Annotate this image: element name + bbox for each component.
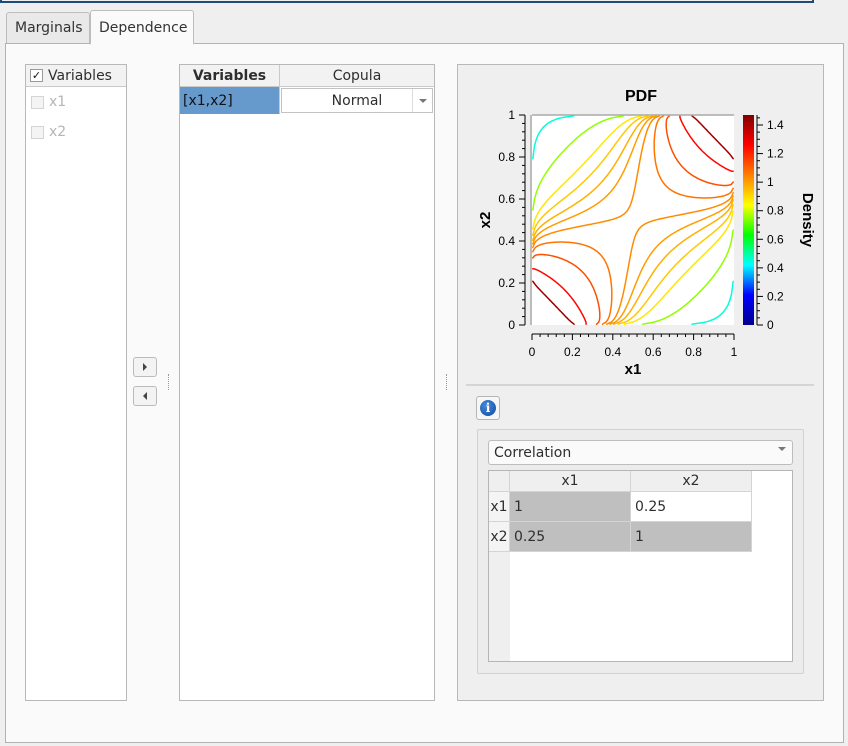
row-header-x1[interactable]: x1 [489,492,510,522]
table-row[interactable]: [x1,x2] Normal [180,87,434,114]
copula-table-header: Variables Copula [180,65,434,87]
dropdown-button[interactable] [412,89,432,112]
arrow-right-icon [143,363,147,371]
window-frame-edge [0,0,814,3]
variables-cell[interactable]: [x1,x2] [180,87,280,114]
y-tick-label: 1 [508,108,515,122]
variable-label: x1 [49,94,67,110]
copula-details-panel: PDF 0 0.2 0.4 0.6 0.8 1 0 0.2 0.4 0.6 0.8 1 0 0.2 0.4… [457,64,824,701]
x-tick-label: 1 [731,345,738,359]
colorbar-tick-label: 0.6 [767,232,784,246]
divider [466,384,814,386]
splitter-handle[interactable] [446,374,448,390]
variables-list-header: ✓ Variables [26,65,126,87]
matrix-cell-x2-x1: 0.25 [510,522,631,552]
column-header-x1[interactable]: x1 [510,471,631,492]
info-icon: i [480,400,496,416]
x-tick-label: 0.6 [645,345,662,359]
colorbar-tick-label: 0.4 [767,261,784,275]
matrix-cell-x1-x2[interactable]: 0.25 [631,492,752,522]
x-tick-label: 0.4 [604,345,621,359]
colorbar-tick-label: 1 [767,175,774,189]
x-tick-label: 0.2 [564,345,581,359]
y-tick-label: 0.8 [498,150,515,164]
variable-item-x2[interactable]: x2 [26,117,126,147]
column-header-variables[interactable]: Variables [180,65,280,86]
table-corner [489,471,510,492]
row-header-x2[interactable]: x2 [489,522,510,552]
tab-dependence[interactable]: Dependence [90,10,194,45]
arrow-left-icon [143,392,147,400]
y-tick-label: 0 [508,318,515,332]
colorbar-tick-label: 0.2 [767,289,784,303]
copula-select-value: Normal [331,92,383,109]
column-header-copula[interactable]: Copula [280,65,434,86]
dependence-tab-pane: ✓ Variables x1 x2 Variables Copula [x1,x… [5,43,844,743]
y-axis-label: x2 [477,212,494,229]
colorbar-gradient [743,115,754,325]
splitter-handle[interactable] [168,374,170,390]
matrix-cell-x1-x1: 1 [510,492,631,522]
chevron-down-icon [418,98,427,103]
pdf-contour-plot: PDF 0 0.2 0.4 0.6 0.8 1 0 0.2 0.4 0.6 0.8 1 0 0.2 0.4… [477,88,816,378]
parameters-group: Correlation x1 x2 x1 x2 1 0.25 0.25 1 [477,429,804,674]
colorbar-tick-label: 1.4 [767,118,784,132]
plot-area [532,115,734,325]
tab-marginals[interactable]: Marginals [6,12,90,44]
x-tick-label: 0 [529,345,536,359]
colorbar-tick-label: 1.2 [767,147,784,161]
info-button[interactable]: i [476,396,500,420]
copula-select[interactable]: Normal [281,88,433,113]
column-header-x2[interactable]: x2 [631,471,752,492]
parameter-type-value: Correlation [494,444,572,461]
variable-item-x1[interactable]: x1 [26,87,126,117]
chevron-down-icon [778,447,786,467]
y-tick-label: 0.4 [498,234,515,248]
variable-label: x2 [49,124,67,140]
correlation-matrix-table: x1 x2 x1 x2 1 0.25 0.25 1 [488,470,793,662]
colorbar-label: Density [799,193,816,248]
y-tick-label: 0.2 [498,276,515,290]
remove-group-button[interactable] [133,386,157,406]
colorbar-tick-label: 0.8 [767,204,784,218]
chart-title: PDF [625,88,657,105]
parameter-type-select[interactable]: Correlation [488,440,793,467]
y-tick-label: 0.6 [498,192,515,206]
variable-checkbox-x2[interactable] [31,125,44,139]
x-tick-label: 0.8 [685,345,702,359]
add-group-button[interactable] [133,357,157,377]
variables-list[interactable]: ✓ Variables x1 x2 [25,64,127,701]
x-axis-label: x1 [625,361,642,378]
colorbar: 0 0.2 0.4 0.6 0.8 1 1.2 1.4 [743,115,784,332]
matrix-cell-x2-x2: 1 [631,522,752,552]
variable-checkbox-x1[interactable] [31,95,44,109]
variables-header-label: Variables [48,67,112,84]
select-all-checkbox[interactable]: ✓ [30,69,43,82]
copula-table: Variables Copula [x1,x2] Normal [179,64,435,701]
colorbar-tick-label: 0 [767,318,774,332]
